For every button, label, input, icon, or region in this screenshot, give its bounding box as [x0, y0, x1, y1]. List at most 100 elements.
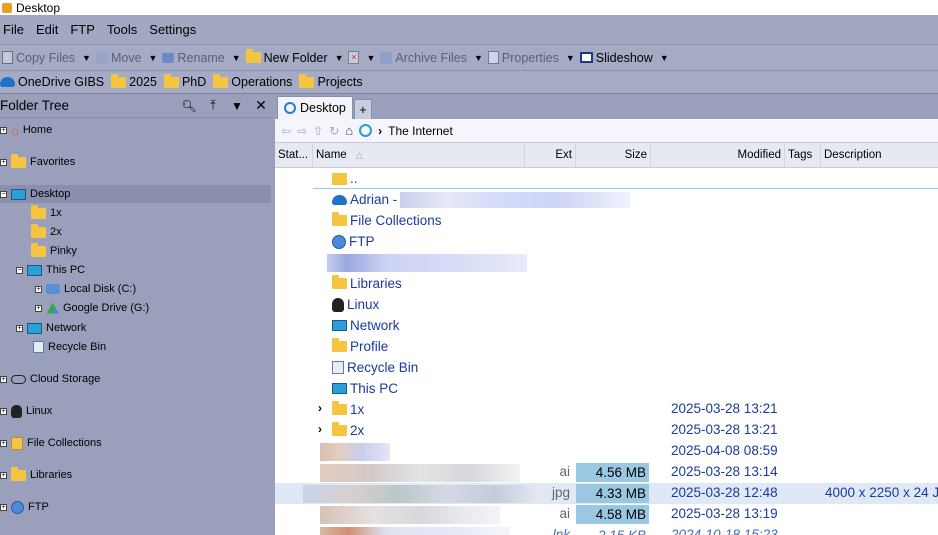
tree-item-home[interactable]: + ⌂ Home [0, 121, 52, 139]
refresh-icon[interactable]: ↻ [329, 124, 339, 138]
copy-files-button[interactable]: Copy Files ▼ [2, 51, 91, 65]
file-name: Libraries [350, 276, 402, 291]
menu-tools[interactable]: Tools [107, 22, 137, 37]
chevron-down-icon[interactable]: ▼ [335, 53, 344, 63]
list-item[interactable]: jpg 4.33 MB 2025-03-28 12:48 4000 x 2250… [275, 483, 938, 504]
expand-icon[interactable]: + [0, 126, 7, 134]
chevron-down-icon[interactable]: ▼ [660, 53, 669, 63]
file-name: Recycle Bin [347, 360, 419, 375]
up-icon[interactable]: ⇧ [313, 124, 323, 138]
chevron-down-icon[interactable]: ▼ [149, 53, 158, 63]
expand-icon[interactable]: + [0, 407, 7, 415]
tree-item-file-collections[interactable]: + File Collections [0, 434, 102, 452]
list-item[interactable]: Recycle Bin [275, 357, 938, 378]
menu-settings[interactable]: Settings [149, 22, 196, 37]
list-item[interactable]: › 1x 2025-03-28 13:21 [275, 399, 938, 420]
tree-item-linux[interactable]: + Linux [0, 402, 52, 420]
expand-icon[interactable]: + [35, 285, 42, 293]
move-button[interactable]: Move ▼ [95, 51, 158, 65]
tree-item-2x[interactable]: 2x [31, 223, 62, 241]
column-status[interactable]: Stat... [275, 143, 313, 168]
expand-icon[interactable]: + [16, 324, 23, 332]
list-item[interactable]: Adrian - [275, 189, 938, 210]
expand-chevron-icon[interactable]: › [318, 401, 322, 415]
pin-top-icon[interactable]: ⤒ [201, 98, 225, 113]
list-item[interactable]: › 2x 2025-03-28 13:21 [275, 420, 938, 441]
column-modified[interactable]: Modified [651, 143, 785, 168]
expand-icon[interactable]: + [0, 439, 7, 447]
list-item[interactable]: 2025-04-08 08:59 [275, 441, 938, 462]
back-icon[interactable]: ⇦ [281, 124, 291, 138]
breadcrumb-the-internet[interactable]: The Internet [388, 124, 453, 138]
properties-button[interactable]: Properties ▼ [487, 51, 575, 65]
tab-desktop[interactable]: Desktop [277, 96, 353, 119]
expand-icon[interactable]: + [0, 471, 7, 479]
chevron-down-icon[interactable]: ▼ [566, 53, 575, 63]
modified-date: 2025-03-28 13:21 [671, 401, 778, 416]
slideshow-button[interactable]: Slideshow ▼ [579, 51, 669, 65]
tree-item-local-disk[interactable]: + Local Disk (C:) [35, 280, 136, 298]
tree-item-recycle-bin[interactable]: Recycle Bin [33, 338, 106, 356]
chevron-down-icon[interactable]: ▼ [474, 53, 483, 63]
list-item[interactable]: Profile [275, 336, 938, 357]
list-item[interactable]: FTP [275, 231, 938, 252]
list-item[interactable]: .. [275, 168, 938, 189]
forward-icon[interactable]: ⇨ [297, 124, 307, 138]
menu-file[interactable]: File [3, 22, 24, 37]
tree-item-libraries[interactable]: + Libraries [0, 466, 72, 484]
list-item[interactable]: Linux [275, 294, 938, 315]
column-description[interactable]: Description [821, 143, 938, 168]
list-item[interactable]: Libraries [275, 273, 938, 294]
add-tab-button[interactable]: + [353, 99, 372, 119]
expand-icon[interactable]: + [35, 304, 42, 312]
column-size[interactable]: Size [576, 143, 651, 168]
list-item[interactable]: This PC [275, 378, 938, 399]
copy-files-label: Copy Files [16, 50, 76, 65]
expand-icon[interactable]: + [0, 375, 7, 383]
list-item[interactable] [275, 252, 938, 273]
list-item[interactable]: Network [275, 315, 938, 336]
delete-button[interactable]: × ▼ [348, 51, 375, 64]
list-item[interactable]: File Collections [275, 210, 938, 231]
column-tags[interactable]: Tags [785, 143, 821, 168]
collapse-icon[interactable]: − [16, 266, 23, 274]
archive-files-button[interactable]: Archive Files ▼ [380, 51, 483, 65]
favorite-onedrive[interactable]: OneDrive GIBS [0, 75, 104, 89]
tree-item-favorites[interactable]: + Favorites [0, 153, 75, 171]
tree-item-cloud-storage[interactable]: + Cloud Storage [0, 370, 100, 388]
search-icon[interactable]: 🔍︎ [177, 99, 201, 113]
tree-item-network[interactable]: + Network [16, 319, 86, 337]
chevron-down-icon[interactable]: ▼ [82, 53, 91, 63]
new-folder-button[interactable]: New Folder ▼ [245, 49, 344, 65]
tree-item-ftp[interactable]: + FTP [0, 498, 49, 516]
favorite-2025[interactable]: 2025 [111, 73, 157, 89]
favorite-phd[interactable]: PhD [163, 73, 206, 89]
breadcrumb-separator-icon[interactable]: › [378, 124, 382, 138]
favorite-projects[interactable]: Projects [299, 73, 363, 89]
chevron-down-icon[interactable]: ▼ [232, 53, 241, 63]
tree-item-1x[interactable]: 1x [31, 204, 62, 222]
list-item[interactable]: ai 4.58 MB 2025-03-28 13:19 [275, 504, 938, 525]
close-icon[interactable]: ✕ [249, 97, 273, 114]
expand-icon[interactable]: + [0, 503, 7, 511]
expand-chevron-icon[interactable]: › [318, 422, 322, 436]
column-ext[interactable]: Ext [525, 143, 576, 168]
chevron-down-icon[interactable]: ▼ [225, 99, 249, 113]
expand-icon[interactable]: + [0, 158, 7, 166]
tree-item-google-drive[interactable]: + Google Drive (G:) [35, 299, 149, 317]
tree-item-this-pc[interactable]: − This PC [16, 261, 85, 279]
home-icon[interactable]: ⌂ [345, 123, 353, 138]
tree-item-pinky[interactable]: Pinky [31, 242, 77, 260]
collapse-icon[interactable]: − [0, 190, 7, 198]
menu-edit[interactable]: Edit [36, 22, 58, 37]
list-item[interactable]: ai 4.56 MB 2025-03-28 13:14 [275, 462, 938, 483]
favorite-operations[interactable]: Operations [213, 73, 292, 89]
redacted-thumbnail [320, 526, 510, 535]
tree-item-desktop[interactable]: − Desktop [0, 185, 271, 203]
chevron-down-icon[interactable]: ▼ [366, 53, 375, 63]
column-name[interactable]: Name △ [313, 143, 525, 168]
list-item[interactable]: lnk 2.15 KB 2024-10-18 15:23 [275, 525, 938, 535]
modified-date: 2025-03-28 13:19 [671, 506, 778, 521]
rename-button[interactable]: Rename ▼ [162, 51, 241, 65]
menu-ftp[interactable]: FTP [70, 22, 95, 37]
